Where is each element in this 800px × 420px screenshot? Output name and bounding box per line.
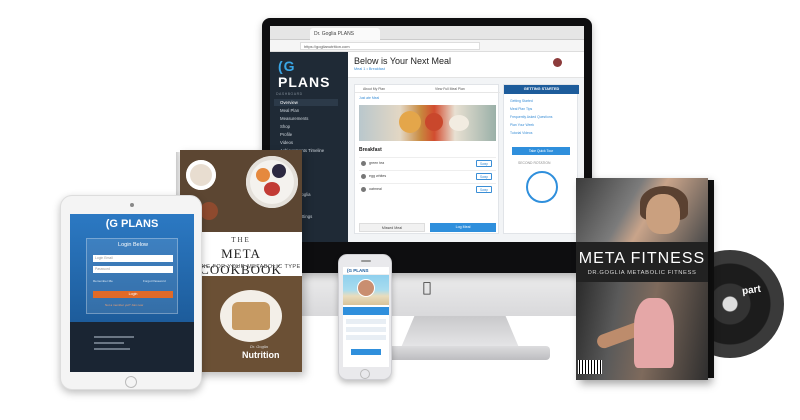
gs-link[interactable]: Meal Plan Tips bbox=[510, 107, 532, 111]
food-icon bbox=[361, 187, 366, 192]
ingredient-row: egg whites Swap bbox=[359, 170, 496, 182]
page-title: Below is Your Next Meal bbox=[354, 56, 452, 66]
progress-ring bbox=[526, 171, 558, 203]
swap-button[interactable]: Swap bbox=[476, 160, 492, 167]
signup-link[interactable]: Not a member yet? Join now bbox=[105, 303, 143, 307]
app-logo: (G PLANS bbox=[278, 58, 331, 90]
quick-tour-button[interactable]: Take Quick Tour bbox=[512, 147, 570, 155]
ingredient-name: green tea bbox=[369, 161, 385, 165]
food-icon bbox=[361, 161, 366, 166]
barcode bbox=[578, 360, 602, 374]
sidebar-item-overview[interactable]: Overview bbox=[274, 99, 338, 106]
phone-logo: (G PLANS bbox=[347, 268, 369, 273]
app-header: Below is Your Next Meal Meal 1 • Breakfa… bbox=[348, 52, 584, 78]
cookbook-brand: Nutrition bbox=[242, 350, 280, 360]
dvd-model-face bbox=[646, 194, 680, 234]
tablet-footer bbox=[70, 322, 194, 372]
tablet-login-area: (G PLANS Login Below Login Email Passwor… bbox=[70, 214, 194, 322]
sidebar-section-dashboard: DASHBOARD bbox=[276, 92, 303, 96]
page-subtitle[interactable]: Meal 1 • Breakfast bbox=[354, 67, 385, 71]
imac:  Dr. Goglia PLANS https://goglianutriti… bbox=[262, 18, 592, 318]
dvd-cover-photo-top bbox=[576, 178, 708, 242]
tablet: (G PLANS Login Below Login Email Passwor… bbox=[60, 195, 202, 390]
ingredient-name: oatmeal bbox=[369, 187, 382, 191]
meal-name: Breakfast bbox=[359, 147, 382, 153]
camera-icon bbox=[130, 203, 134, 207]
browser-tab-bar: Dr. Goglia PLANS bbox=[270, 26, 584, 40]
apple-logo-icon:  bbox=[420, 280, 434, 296]
remember-me-checkbox[interactable]: Remember Me bbox=[93, 279, 113, 283]
imac-stand-neck bbox=[400, 316, 520, 350]
dvd-subtitle: DR.GOGLIA METABOLIC FITNESS bbox=[587, 270, 697, 276]
getting-started-header: GETTING STARTED bbox=[504, 85, 579, 94]
phone-header: (G PLANS bbox=[343, 267, 389, 275]
phone: (G PLANS bbox=[338, 254, 392, 380]
dvd-case: META FITNESS DR.GOGLIA METABOLIC FITNESS bbox=[576, 178, 708, 380]
missed-meal-button[interactable]: Missed Meal bbox=[359, 223, 425, 232]
phone-action-button[interactable] bbox=[351, 349, 381, 355]
tablet-logo: (G PLANS bbox=[105, 218, 159, 230]
bread-slice bbox=[232, 302, 270, 330]
gs-link[interactable]: Frequently Asked Questions bbox=[510, 115, 552, 119]
dvd-title: META FITNESS bbox=[578, 250, 706, 267]
list-item[interactable] bbox=[346, 327, 386, 332]
sidebar-item-videos[interactable]: Videos bbox=[280, 139, 344, 146]
ingredient-row: green tea Swap bbox=[359, 157, 496, 169]
forgot-password-link[interactable]: Forgot Password bbox=[143, 279, 166, 283]
meal-photo bbox=[359, 105, 496, 141]
coffee-cup bbox=[186, 160, 216, 190]
login-title: Login Below bbox=[118, 242, 148, 248]
ingredient-name: egg whites bbox=[369, 174, 387, 178]
meal-tabs: About My Plan View Full Meal Plan bbox=[355, 85, 500, 93]
home-button[interactable] bbox=[360, 369, 370, 379]
email-field[interactable]: Login Email bbox=[93, 255, 173, 262]
phone-nav-bar[interactable] bbox=[343, 307, 389, 315]
tab-full-meal-plan[interactable]: View Full Meal Plan bbox=[435, 85, 465, 93]
speaker-icon bbox=[361, 260, 371, 262]
imac-screen: Dr. Goglia PLANS https://goglianutrition… bbox=[270, 26, 584, 242]
cookbook-brand-small: Dr. Goglia bbox=[250, 344, 268, 349]
phone-screen: (G PLANS bbox=[343, 267, 389, 367]
gs-link[interactable]: Plan Your Week bbox=[510, 123, 534, 127]
browser-tab[interactable]: Dr. Goglia PLANS bbox=[310, 28, 380, 40]
sidebar-item-shop[interactable]: Shop bbox=[280, 123, 344, 130]
log-meal-button[interactable]: Log Meal bbox=[430, 223, 496, 232]
login-button[interactable]: Login bbox=[93, 291, 173, 298]
swap-button[interactable]: Swap bbox=[476, 186, 492, 193]
getting-started-panel: GETTING STARTED Getting Started Meal Pla… bbox=[503, 84, 579, 234]
gs-link[interactable]: Getting Started bbox=[510, 99, 533, 103]
password-field[interactable]: Password bbox=[93, 266, 173, 273]
food-icon bbox=[361, 174, 366, 179]
imac-stand-foot bbox=[380, 346, 550, 360]
rotation-label: SECOND ROTATION bbox=[518, 161, 551, 165]
swap-button[interactable]: Swap bbox=[476, 173, 492, 180]
just-ate-link[interactable]: Just ate Meal bbox=[359, 96, 379, 100]
imac-bezel: Dr. Goglia PLANS https://goglianutrition… bbox=[262, 18, 592, 273]
ingredient-row: oatmeal Swap bbox=[359, 183, 496, 195]
list-item[interactable] bbox=[346, 319, 386, 324]
browser-address-bar: https://goglianutrition.com bbox=[270, 40, 584, 52]
gs-link[interactable]: Tutorial Videos bbox=[510, 131, 532, 135]
product-bundle-scene: part  Dr. Goglia PLANS https://goglianu… bbox=[0, 0, 800, 420]
avatar[interactable] bbox=[553, 58, 562, 67]
url-input[interactable]: https://goglianutrition.com bbox=[300, 42, 480, 50]
tablet-screen: (G PLANS Login Below Login Email Passwor… bbox=[70, 214, 194, 372]
sidebar-item-meal-plan[interactable]: Meal Plan bbox=[280, 107, 344, 114]
avatar bbox=[357, 279, 375, 297]
tab-about-my-plan[interactable]: About My Plan bbox=[363, 85, 385, 93]
app-content: About My Plan View Full Meal Plan Just a… bbox=[348, 78, 584, 242]
dvd-model-body bbox=[634, 298, 674, 368]
sidebar-item-measurements[interactable]: Measurements bbox=[280, 115, 344, 122]
sidebar-item-profile[interactable]: Profile bbox=[280, 131, 344, 138]
next-meal-card: About My Plan View Full Meal Plan Just a… bbox=[354, 84, 500, 234]
list-item[interactable] bbox=[346, 335, 386, 340]
home-button[interactable] bbox=[125, 376, 137, 388]
login-form: Login Below Login Email Password Remembe… bbox=[86, 238, 178, 314]
